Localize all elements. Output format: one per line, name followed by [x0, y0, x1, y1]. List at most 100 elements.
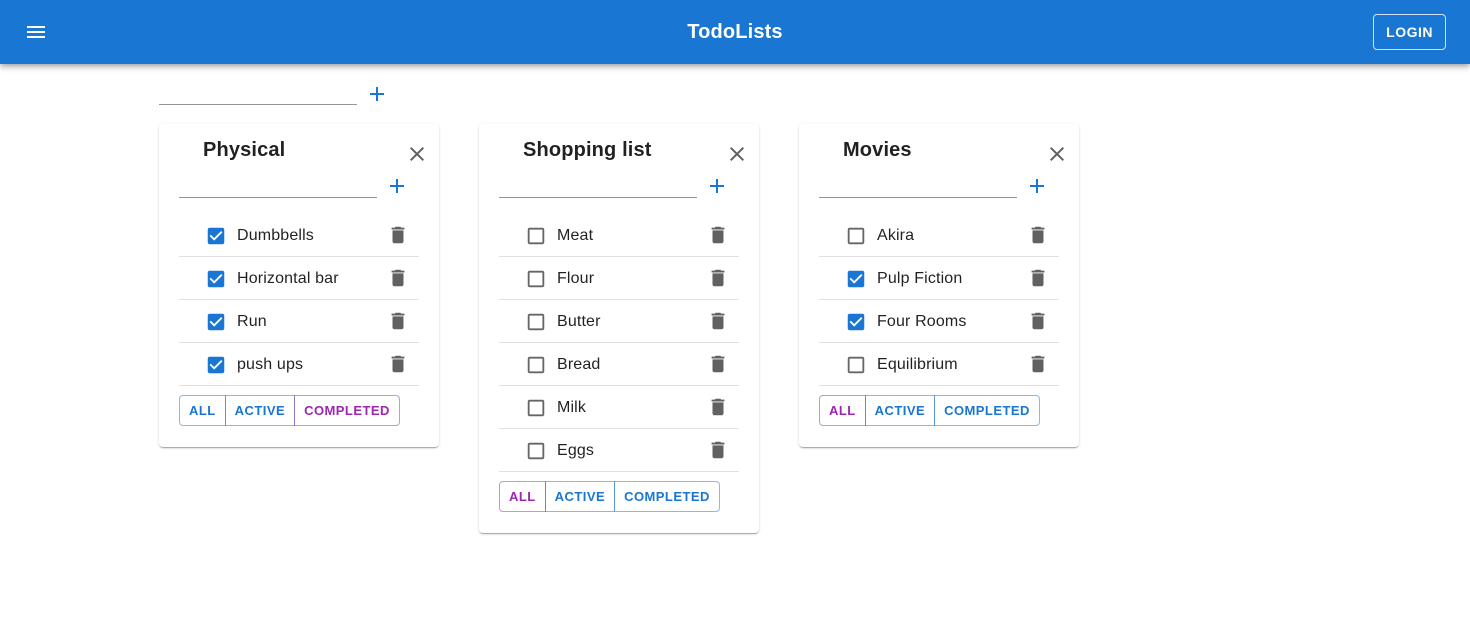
task-label[interactable]: Akira	[877, 214, 914, 257]
add-list-input[interactable]	[159, 78, 357, 105]
list-title[interactable]: Shopping list	[523, 139, 652, 162]
task-checkbox[interactable]	[525, 311, 547, 333]
task-checkbox[interactable]	[525, 440, 547, 462]
task-list: Akira Pulp Fiction Four Rooms Equilibrium	[819, 214, 1059, 386]
task-label[interactable]: Milk	[557, 386, 586, 429]
filter-completed-button[interactable]: COMPLETED	[294, 395, 400, 426]
filter-all-button[interactable]: ALL	[179, 395, 226, 426]
task-checkbox[interactable]	[205, 268, 227, 290]
delete-task-button[interactable]	[707, 439, 729, 461]
task-label[interactable]: push ups	[237, 343, 303, 386]
delete-list-button[interactable]	[403, 140, 431, 168]
task-checkbox[interactable]	[205, 311, 227, 333]
add-task-button[interactable]	[703, 172, 731, 200]
task-item: push ups	[179, 343, 419, 386]
checkbox-unchecked-icon	[527, 313, 545, 331]
delete-task-button[interactable]	[707, 353, 729, 375]
task-label[interactable]: Pulp Fiction	[877, 257, 962, 300]
trash-icon	[1031, 312, 1045, 330]
add-list-form	[159, 78, 399, 108]
checkbox-unchecked-icon	[527, 356, 545, 374]
delete-task-button[interactable]	[707, 396, 729, 418]
task-item: Equilibrium	[819, 343, 1059, 386]
task-checkbox[interactable]	[205, 225, 227, 247]
list-title[interactable]: Physical	[203, 139, 285, 162]
task-checkbox[interactable]	[845, 354, 867, 376]
trash-icon	[711, 355, 725, 373]
trash-icon	[391, 269, 405, 287]
filter-completed-button[interactable]: COMPLETED	[614, 481, 720, 512]
filter-all-button[interactable]: ALL	[499, 481, 546, 512]
add-task-button[interactable]	[1023, 172, 1051, 200]
task-item: Pulp Fiction	[819, 257, 1059, 300]
task-checkbox[interactable]	[525, 354, 547, 376]
task-label[interactable]: Butter	[557, 300, 601, 343]
trash-icon	[711, 312, 725, 330]
task-label[interactable]: Equilibrium	[877, 343, 958, 386]
add-task-button[interactable]	[383, 172, 411, 200]
todolist-card: Physical Dumbbells Horizontal bar Run push u…	[159, 124, 439, 447]
add-task-input[interactable]	[179, 170, 377, 198]
delete-task-button[interactable]	[707, 267, 729, 289]
task-item: Butter	[499, 300, 739, 343]
login-button[interactable]: LOGIN	[1373, 14, 1446, 50]
delete-task-button[interactable]	[1027, 310, 1049, 332]
checkbox-unchecked-icon	[527, 399, 545, 417]
filter-active-button[interactable]: ACTIVE	[864, 395, 936, 426]
delete-task-button[interactable]	[707, 310, 729, 332]
task-label[interactable]: Eggs	[557, 429, 594, 472]
task-checkbox[interactable]	[205, 354, 227, 376]
delete-task-button[interactable]	[387, 310, 409, 332]
delete-task-button[interactable]	[387, 267, 409, 289]
add-task-input[interactable]	[499, 170, 697, 198]
checkbox-checked-icon	[207, 313, 225, 331]
task-label[interactable]: Flour	[557, 257, 594, 300]
todolist-card: Shopping list Meat Flour Butter Bread Milk Egg…	[479, 124, 759, 533]
trash-icon	[711, 441, 725, 459]
task-label[interactable]: Run	[237, 300, 267, 343]
delete-list-button[interactable]	[1043, 140, 1071, 168]
task-item: Flour	[499, 257, 739, 300]
task-item: Akira	[819, 214, 1059, 257]
task-label[interactable]: Meat	[557, 214, 593, 257]
task-item: Milk	[499, 386, 739, 429]
delete-task-button[interactable]	[707, 224, 729, 246]
task-checkbox[interactable]	[845, 225, 867, 247]
app-bar: TodoLists LOGIN	[0, 0, 1470, 64]
checkbox-checked-icon	[847, 270, 865, 288]
task-item: Meat	[499, 214, 739, 257]
plus-icon	[390, 179, 404, 193]
task-item: Eggs	[499, 429, 739, 472]
checkbox-checked-icon	[207, 356, 225, 374]
delete-task-button[interactable]	[387, 224, 409, 246]
task-checkbox[interactable]	[525, 268, 547, 290]
delete-task-button[interactable]	[1027, 353, 1049, 375]
filter-active-button[interactable]: ACTIVE	[224, 395, 296, 426]
add-list-button[interactable]	[363, 80, 391, 108]
trash-icon	[711, 398, 725, 416]
plus-icon	[710, 179, 724, 193]
task-list: Dumbbells Horizontal bar Run push ups	[179, 214, 419, 386]
task-label[interactable]: Horizontal bar	[237, 257, 339, 300]
delete-task-button[interactable]	[1027, 267, 1049, 289]
filter-completed-button[interactable]: COMPLETED	[934, 395, 1040, 426]
checkbox-checked-icon	[847, 313, 865, 331]
checkbox-unchecked-icon	[527, 270, 545, 288]
delete-task-button[interactable]	[387, 353, 409, 375]
task-checkbox[interactable]	[525, 225, 547, 247]
filter-all-button[interactable]: ALL	[819, 395, 866, 426]
filter-active-button[interactable]: ACTIVE	[544, 481, 616, 512]
task-label[interactable]: Bread	[557, 343, 600, 386]
delete-task-button[interactable]	[1027, 224, 1049, 246]
task-checkbox[interactable]	[525, 397, 547, 419]
add-task-input[interactable]	[819, 170, 1017, 198]
task-label[interactable]: Dumbbells	[237, 214, 314, 257]
task-item: Dumbbells	[179, 214, 419, 257]
task-checkbox[interactable]	[845, 268, 867, 290]
delete-list-button[interactable]	[723, 140, 751, 168]
list-title[interactable]: Movies	[843, 139, 912, 162]
task-label[interactable]: Four Rooms	[877, 300, 967, 343]
task-checkbox[interactable]	[845, 311, 867, 333]
trash-icon	[711, 226, 725, 244]
trash-icon	[711, 269, 725, 287]
